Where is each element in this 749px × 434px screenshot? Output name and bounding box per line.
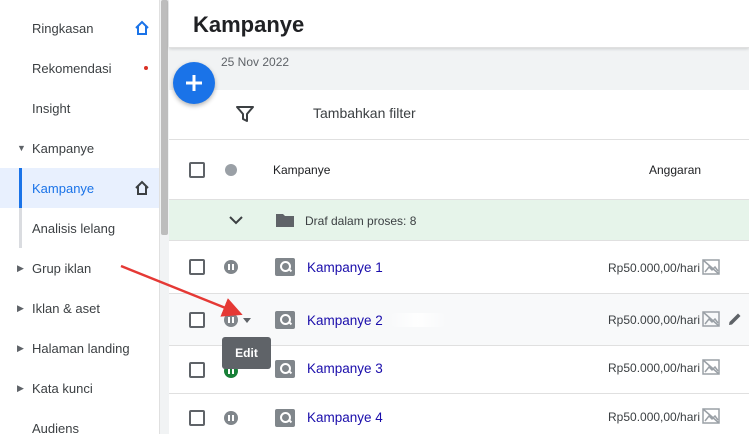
page-title: Kampanye [193,12,305,37]
filter-icon[interactable] [235,104,255,124]
nav-label: Rekomendasi [32,60,112,76]
no-image-icon [702,408,720,424]
home-icon [135,20,149,35]
add-filter-button[interactable]: Tambahkan filter [313,105,416,121]
caret-right-icon: ▶ [17,302,24,313]
draft-count-label: Draf dalam proses: 8 [305,214,417,228]
nav-item-insight[interactable]: Insight [0,88,159,128]
budget-value: Rp50.000,00/hari [608,361,701,375]
budget-value: Rp50.000,00/hari [608,313,701,327]
folder-icon [276,214,294,227]
no-image-icon [702,359,720,375]
nav-item-audiens[interactable]: Audiens [0,408,159,434]
filter-bar: Tambahkan filter [169,90,749,140]
campaign-name-link[interactable]: Kampanye 2 [307,313,383,328]
status-dropdown-caret-icon[interactable] [243,318,251,323]
alert-dot [144,66,148,70]
left-navigation: Ringkasan Rekomendasi Insight ▼ Kampanye… [0,0,160,434]
nav-item-iklan-aset[interactable]: ▶ Iklan & aset [0,288,159,328]
caret-right-icon: ▶ [17,262,24,273]
column-header-anggaran[interactable]: Anggaran [649,163,701,177]
row-checkbox[interactable] [189,259,205,275]
table-header-row: Kampanye Anggaran [169,140,749,200]
row-checkbox[interactable] [189,312,205,328]
nav-label: Grup iklan [32,260,92,276]
plus-icon [186,75,202,91]
google-ads-screen: Ringkasan Rekomendasi Insight ▼ Kampanye… [0,0,749,434]
nav-label: Kata kunci [32,380,93,396]
nav-label: Ringkasan [32,20,94,36]
sidebar-scrollbar-thumb[interactable] [161,0,168,235]
nav-label: Insight [32,100,71,116]
blurred-redaction [389,313,447,327]
nav-item-rekomendasi[interactable]: Rekomendasi [0,48,159,88]
edit-pencil-icon[interactable] [727,311,743,327]
table-row[interactable]: Kampanye 4 Rp50.000,00/hari [169,394,749,434]
date-range-bar[interactable]: 25 Nov 2022 [169,48,749,90]
caret-right-icon: ▶ [17,382,24,393]
caret-right-icon: ▶ [17,342,24,353]
nav-item-grup-iklan[interactable]: ▶ Grup iklan [0,248,159,288]
paused-status-icon[interactable] [224,313,238,327]
status-column-icon [225,164,237,176]
nav-label: Kampanye [32,140,95,156]
date-range-text: 25 Nov 2022 [221,55,290,69]
budget-value: Rp50.000,00/hari [608,261,701,275]
nav-item-analisis-lelang[interactable]: Analisis lelang [0,208,159,248]
row-checkbox[interactable] [189,362,205,378]
no-image-icon [702,311,720,327]
budget-value: Rp50.000,00/hari [608,410,701,424]
table-row[interactable]: Kampanye 1 Rp50.000,00/hari [169,241,749,294]
page-header: Kampanye [169,0,749,48]
nav-label: Audiens [32,420,79,434]
nav-item-halaman-landing[interactable]: ▶ Halaman landing [0,328,159,368]
nav-label: Iklan & aset [32,300,100,316]
edit-tooltip: Edit [222,337,271,369]
search-campaign-icon [275,258,295,276]
no-image-icon [702,259,720,275]
search-campaign-icon [275,360,295,378]
search-campaign-icon [275,409,295,427]
campaign-name-link[interactable]: Kampanye 3 [307,361,383,376]
nav-item-ringkasan[interactable]: Ringkasan [0,8,159,48]
nav-item-kampanye[interactable]: Kampanye [0,168,159,208]
add-campaign-button[interactable] [173,62,215,104]
column-header-kampanye[interactable]: Kampanye [273,163,330,177]
row-checkbox[interactable] [189,410,205,426]
search-campaign-icon [275,311,295,329]
paused-status-icon[interactable] [224,411,238,425]
caret-down-icon: ▼ [17,143,26,153]
draft-row[interactable]: Draf dalam proses: 8 [169,200,749,241]
nav-label: Analisis lelang [32,220,116,236]
campaign-name-link[interactable]: Kampanye 4 [307,410,383,425]
paused-status-icon[interactable] [224,260,238,274]
campaign-name-link[interactable]: Kampanye 1 [307,260,383,275]
chevron-down-icon[interactable] [228,212,244,228]
nav-item-kata-kunci[interactable]: ▶ Kata kunci [0,368,159,408]
nav-label: Kampanye [32,180,95,196]
nav-item-kampanye-group[interactable]: ▼ Kampanye [0,128,159,168]
nav-label: Halaman landing [32,340,130,356]
home-icon [135,180,149,195]
select-all-checkbox[interactable] [189,162,205,178]
